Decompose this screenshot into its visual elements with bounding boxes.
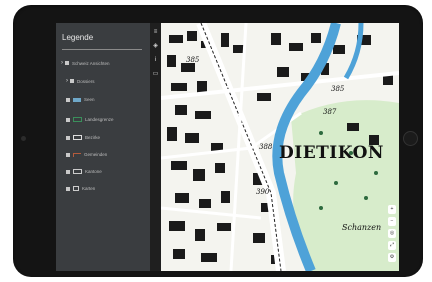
checkbox[interactable]: [66, 97, 70, 102]
place-name-label: DIETIKON: [279, 143, 384, 163]
locate-icon[interactable]: ◎: [388, 229, 396, 238]
checkbox[interactable]: [66, 117, 70, 122]
app-screen: Legende › Schweiz Ansichten › Dossiers S…: [56, 23, 399, 271]
swatch-icon: [73, 186, 79, 191]
elevation-label: 388: [259, 143, 273, 151]
swatch-icon: [73, 135, 82, 140]
checkbox[interactable]: [66, 169, 70, 174]
print-icon[interactable]: ▭: [152, 71, 159, 78]
tablet-frame: Legende › Schweiz Ansichten › Dossiers S…: [13, 5, 423, 277]
chevron-right-icon[interactable]: ›: [66, 78, 68, 84]
checkbox[interactable]: [65, 61, 69, 65]
legend-item[interactable]: Landesgrenze: [66, 117, 114, 122]
map-toolbar: ≡ ◈ i ▭: [150, 23, 161, 271]
checkbox[interactable]: [70, 79, 74, 83]
menu-icon[interactable]: ≡: [152, 29, 159, 36]
swatch-icon: [73, 117, 82, 122]
swatch-icon: [73, 152, 81, 157]
legend-item-label: Seen: [84, 97, 95, 102]
home-button[interactable]: [403, 131, 418, 146]
checkbox[interactable]: [66, 152, 70, 157]
legend-item-label: Dossiers: [77, 78, 95, 84]
legend-item-label: Kantone: [85, 169, 102, 174]
legend-panel: Legende › Schweiz Ansichten › Dossiers S…: [56, 23, 150, 271]
swatch-icon: [73, 97, 81, 102]
layers-icon[interactable]: ◈: [152, 43, 159, 50]
legend-item[interactable]: Karten: [66, 186, 95, 191]
legend-divider: [62, 49, 142, 50]
elevation-label: 385: [331, 85, 345, 93]
legend-item[interactable]: Gemeinden: [66, 152, 107, 157]
checkbox[interactable]: [66, 186, 70, 191]
legend-item-label: Landesgrenze: [85, 117, 114, 122]
legend-item-label: Schweiz Ansichten: [72, 60, 110, 66]
legend-item[interactable]: Kantone: [66, 169, 102, 174]
legend-item[interactable]: Bezirke: [66, 135, 100, 140]
legend-item-label: Bezirke: [85, 135, 101, 140]
legend-item[interactable]: Seen: [66, 97, 95, 102]
district-name-label: Schanzen: [342, 223, 382, 232]
elevation-label: 390: [256, 188, 270, 196]
camera-icon: [21, 136, 26, 141]
legend-item[interactable]: › Schweiz Ansichten: [61, 60, 110, 66]
info-icon[interactable]: i: [152, 57, 159, 64]
topographic-map[interactable]: 385 388 390 387 385 DIETIKON Schanzen + …: [161, 23, 399, 271]
zoom-out-icon[interactable]: −: [388, 217, 396, 226]
zoom-in-icon[interactable]: +: [388, 205, 396, 214]
chevron-right-icon[interactable]: ›: [61, 60, 63, 66]
legend-item-label: Gemeinden: [84, 152, 108, 157]
swatch-icon: [73, 169, 82, 174]
legend-title: Legende: [62, 33, 94, 42]
fullscreen-icon[interactable]: ⤢: [388, 241, 396, 250]
elevation-label: 387: [323, 108, 337, 116]
settings-icon[interactable]: ⚙: [388, 253, 396, 262]
checkbox[interactable]: [66, 135, 70, 140]
legend-item[interactable]: › Dossiers: [66, 78, 95, 84]
elevation-label: 385: [186, 56, 200, 64]
legend-item-label: Karten: [82, 186, 96, 191]
